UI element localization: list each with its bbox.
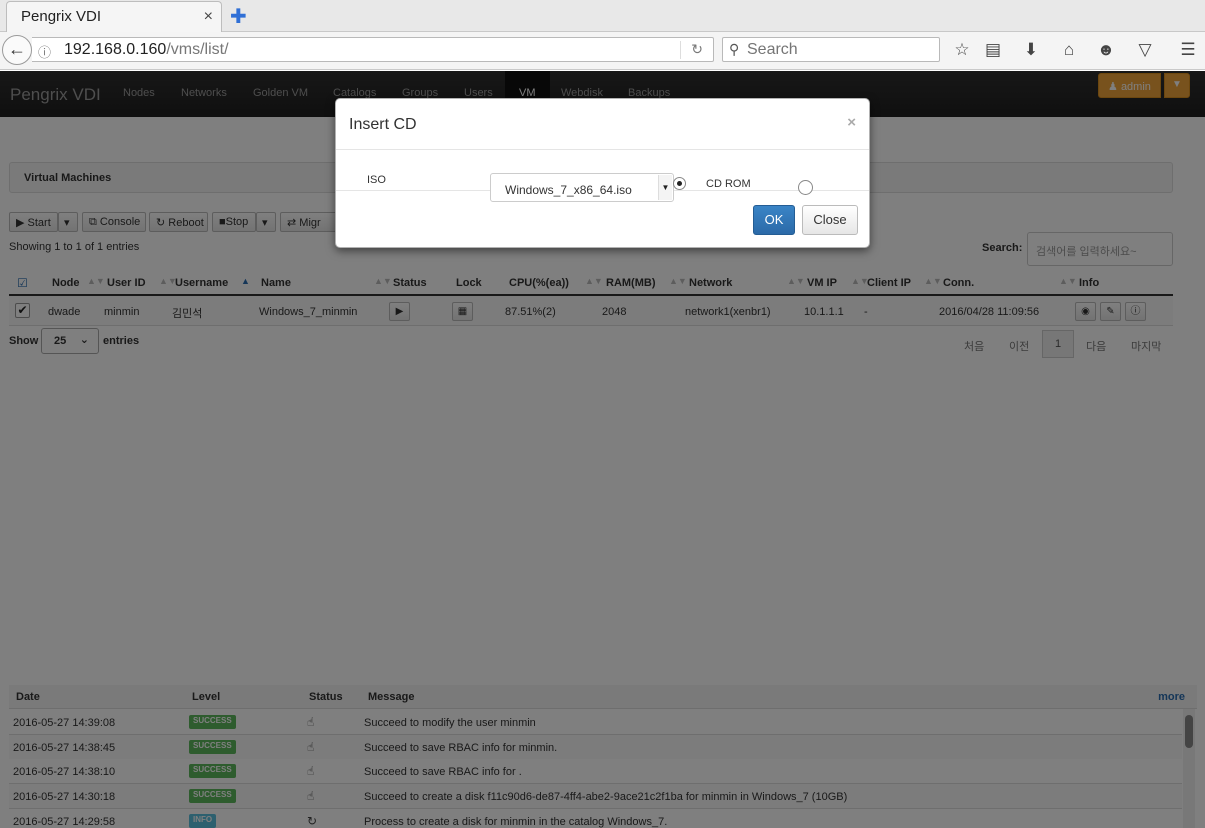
- download-icon[interactable]: ⬇: [1020, 40, 1042, 60]
- url-path: /vms/list/: [166, 41, 229, 58]
- bookmark-star-icon[interactable]: ☆: [951, 40, 973, 60]
- browser-search-input[interactable]: [747, 40, 932, 59]
- caret-down-icon: ▼: [658, 175, 672, 200]
- close-button[interactable]: Close: [802, 205, 858, 235]
- reload-icon[interactable]: ↻: [691, 41, 703, 58]
- tab-close-icon[interactable]: ×: [204, 8, 213, 26]
- home-icon[interactable]: ⌂: [1058, 40, 1080, 60]
- cdrom-radio[interactable]: [798, 180, 813, 195]
- search-icon: ⚲: [729, 41, 740, 57]
- browser-tab-bar: Pengrix VDI × ✚: [0, 0, 1205, 32]
- iso-selected-value: Windows_7_x86_64.iso: [505, 183, 632, 197]
- close-icon[interactable]: ×: [847, 114, 856, 131]
- url-divider: [680, 41, 681, 59]
- browser-search[interactable]: ⚲: [722, 37, 940, 62]
- url-host: 192.168.0.160: [64, 41, 167, 58]
- modal-divider: [336, 149, 869, 150]
- ok-button[interactable]: OK: [753, 205, 795, 235]
- modal-title: Insert CD: [349, 116, 417, 133]
- iso-radio[interactable]: [673, 177, 686, 190]
- browser-toolbar: ← ⓘ 192.168.0.160/vms/list/ ↻ ⚲ ☆ ▤ ⬇ ⌂ …: [0, 32, 1205, 70]
- new-tab-icon[interactable]: ✚: [230, 4, 247, 29]
- smiley-icon[interactable]: ☻: [1095, 40, 1117, 60]
- insert-cd-modal: Insert CD × ISO Windows_7_x86_64.iso ▼ C…: [335, 98, 870, 248]
- url-bar[interactable]: ⓘ 192.168.0.160/vms/list/ ↻: [32, 37, 714, 62]
- browser-tab[interactable]: Pengrix VDI ×: [6, 1, 222, 32]
- menu-icon[interactable]: ☰: [1177, 40, 1199, 60]
- cdrom-label: CD ROM: [706, 178, 751, 190]
- info-icon[interactable]: ⓘ: [38, 42, 51, 61]
- pocket-icon[interactable]: ▽: [1134, 40, 1156, 60]
- iso-label: ISO: [367, 174, 386, 186]
- back-arrow-icon[interactable]: ←: [2, 35, 32, 65]
- reading-list-icon[interactable]: ▤: [982, 40, 1004, 60]
- url-text: 192.168.0.160/vms/list/: [64, 41, 229, 59]
- iso-select[interactable]: Windows_7_x86_64.iso ▼: [490, 173, 674, 202]
- tab-title: Pengrix VDI: [21, 8, 102, 25]
